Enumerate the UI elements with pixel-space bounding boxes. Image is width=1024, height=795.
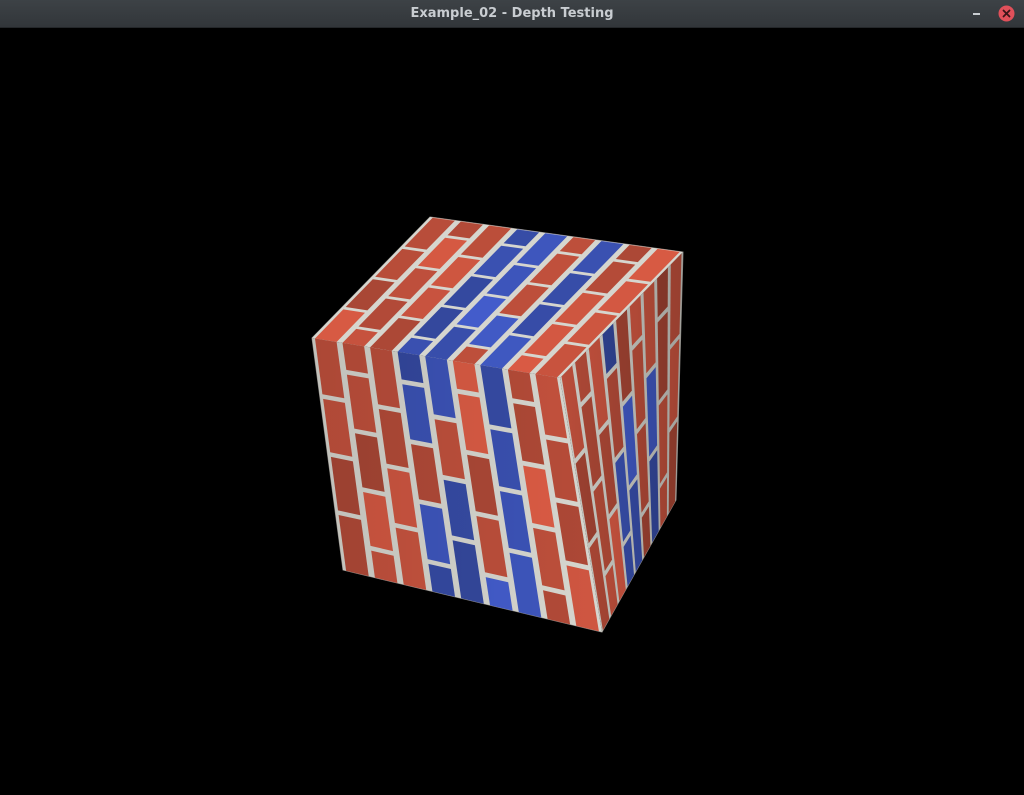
- minimize-icon: [973, 13, 980, 15]
- title-bar[interactable]: Example_02 - Depth Testing: [0, 0, 1024, 28]
- brick-cube: [311, 216, 684, 633]
- cube-front-face: [312, 338, 602, 632]
- app-window: Example_02 - Depth Testing: [0, 0, 1024, 795]
- window-title: Example_02 - Depth Testing: [410, 6, 614, 21]
- close-button[interactable]: [998, 5, 1015, 22]
- render-viewport[interactable]: [0, 28, 1024, 795]
- front-shade: [312, 338, 602, 632]
- close-icon: [998, 5, 1015, 22]
- minimize-button[interactable]: [967, 5, 985, 23]
